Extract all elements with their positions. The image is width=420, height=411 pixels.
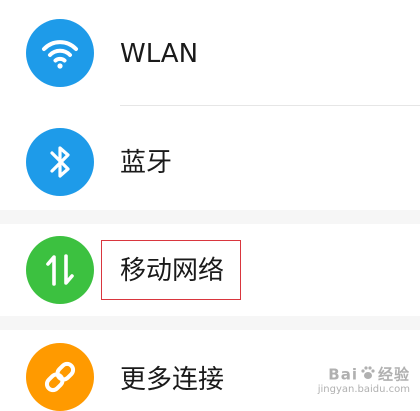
mobile-data-icon xyxy=(26,236,94,304)
group-separator xyxy=(0,316,420,330)
wifi-icon xyxy=(26,19,94,87)
paw-icon xyxy=(360,365,376,385)
settings-item-wlan[interactable]: WLAN xyxy=(0,0,420,105)
watermark-url: jingyan.baidu.com xyxy=(317,383,410,395)
watermark: Bai 经验 jingyan.baidu.com xyxy=(318,365,410,395)
settings-item-label: 蓝牙 xyxy=(120,148,173,178)
settings-item-label: 更多连接 xyxy=(120,365,225,395)
watermark-brand: Bai xyxy=(328,365,358,384)
group-separator xyxy=(0,210,420,224)
watermark-brand-tail: 经验 xyxy=(377,365,410,384)
settings-item-label: WLAN xyxy=(120,39,199,69)
highlight-box xyxy=(101,240,241,300)
settings-item-bluetooth[interactable]: 蓝牙 xyxy=(0,106,420,210)
bluetooth-icon xyxy=(26,128,94,196)
